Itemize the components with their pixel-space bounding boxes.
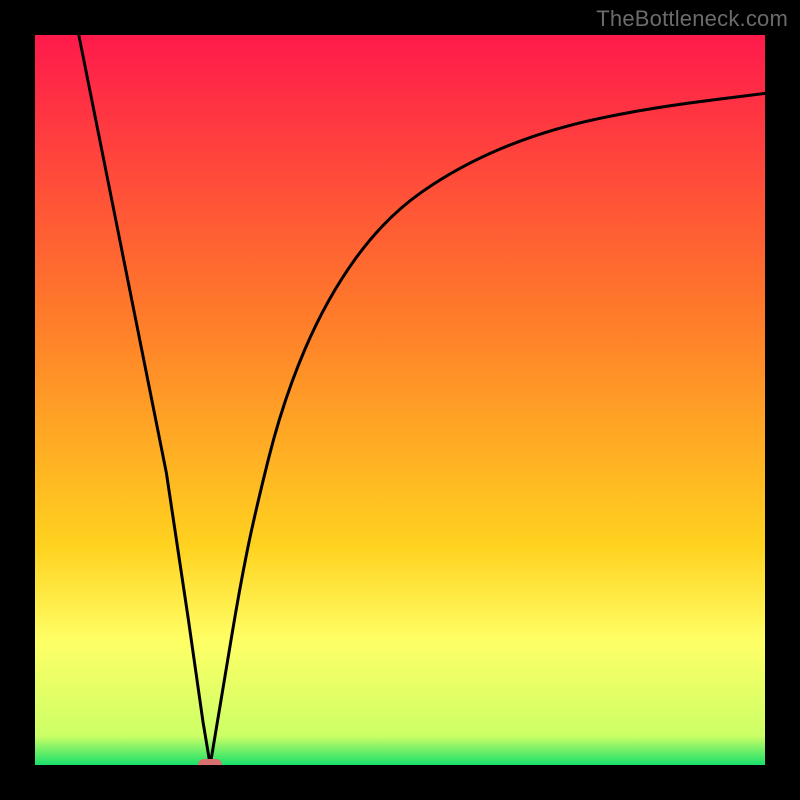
chart-frame: TheBottleneck.com — [0, 0, 800, 800]
watermark-text: TheBottleneck.com — [596, 6, 788, 32]
background-gradient — [35, 35, 765, 765]
plot-area — [35, 35, 765, 765]
minimum-marker — [198, 759, 222, 765]
